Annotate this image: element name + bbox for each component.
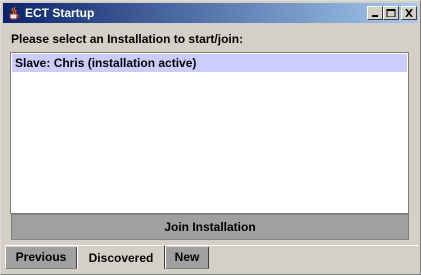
maximize-icon xyxy=(386,9,396,17)
installation-list[interactable]: Slave: Chris (installation active) xyxy=(10,52,409,214)
join-installation-button[interactable]: Join Installation xyxy=(11,214,409,240)
java-cup-icon xyxy=(9,6,20,20)
ect-startup-window: ECT Startup Please select an Installatio… xyxy=(0,0,421,275)
installation-list-item[interactable]: Slave: Chris (installation active) xyxy=(12,54,407,72)
select-installation-prompt: Please select an Installation to start/j… xyxy=(11,32,244,46)
tab-new[interactable]: New xyxy=(165,247,209,269)
tab-discovered[interactable]: Discovered xyxy=(77,245,165,269)
maximize-button[interactable] xyxy=(383,6,399,20)
tab-strip-border xyxy=(5,245,418,246)
minimize-icon xyxy=(372,15,378,17)
minimize-button[interactable] xyxy=(367,6,383,20)
title-bar[interactable]: ECT Startup xyxy=(3,3,418,23)
tab-previous[interactable]: Previous xyxy=(5,247,77,269)
window-title: ECT Startup xyxy=(25,6,95,20)
close-button[interactable] xyxy=(401,6,417,20)
close-icon xyxy=(405,9,413,17)
